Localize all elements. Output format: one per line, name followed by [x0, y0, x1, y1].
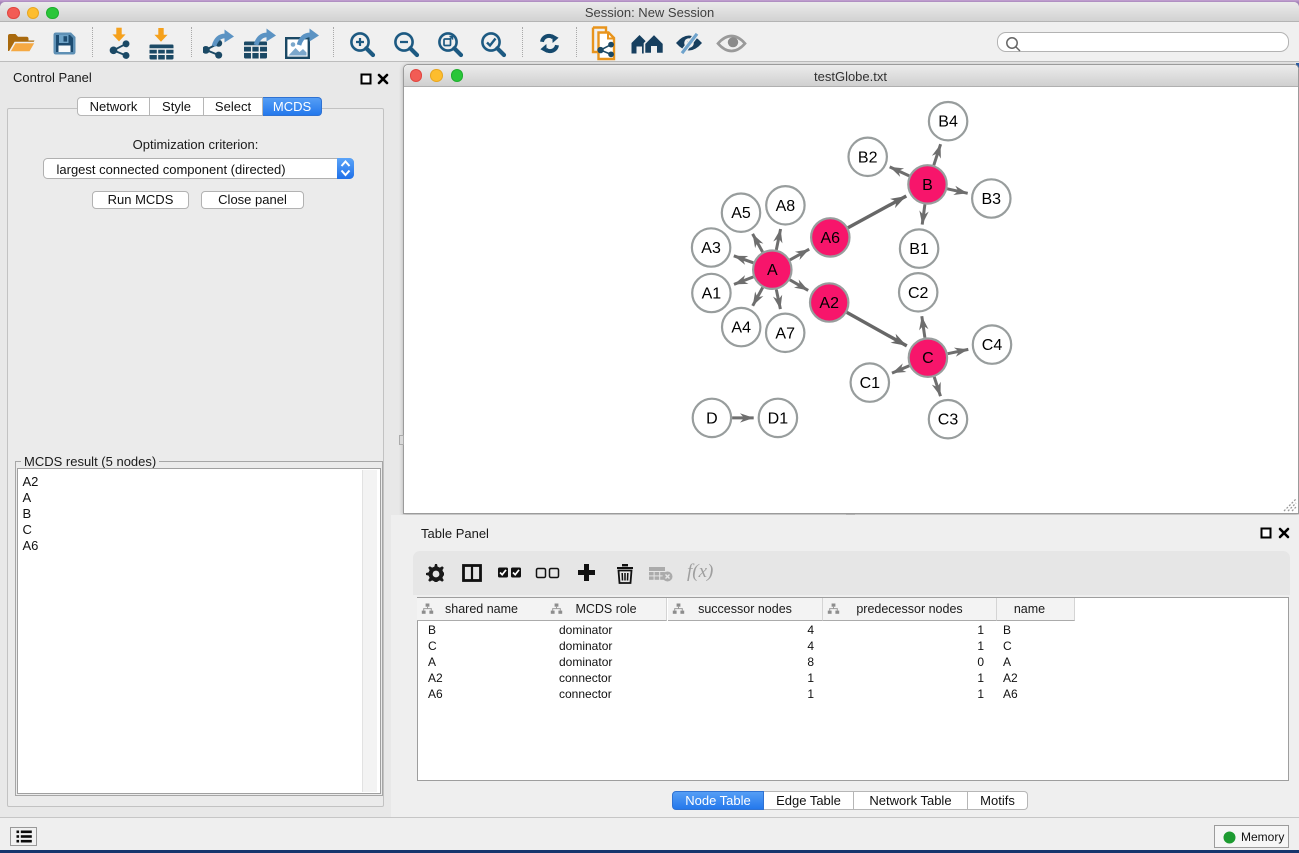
svg-text:A3: A3 — [701, 240, 721, 257]
svg-text:B4: B4 — [938, 114, 958, 131]
svg-text:A7: A7 — [775, 325, 795, 342]
svg-text:C3: C3 — [937, 412, 958, 429]
svg-text:A2: A2 — [819, 295, 839, 312]
svg-text:A6: A6 — [820, 230, 840, 247]
svg-text:A8: A8 — [775, 198, 795, 215]
svg-text:A4: A4 — [731, 320, 751, 337]
svg-text:B2: B2 — [857, 149, 877, 166]
svg-text:A: A — [766, 262, 777, 279]
svg-text:D: D — [706, 410, 718, 427]
svg-text:C2: C2 — [907, 285, 928, 302]
svg-text:B3: B3 — [981, 191, 1001, 208]
svg-text:A5: A5 — [731, 205, 751, 222]
svg-text:C: C — [922, 350, 934, 367]
svg-text:D1: D1 — [767, 410, 788, 427]
svg-text:C4: C4 — [981, 337, 1002, 354]
svg-text:A1: A1 — [701, 286, 721, 303]
svg-text:B1: B1 — [909, 241, 929, 258]
svg-text:B: B — [922, 177, 933, 194]
svg-text:C1: C1 — [859, 375, 880, 392]
